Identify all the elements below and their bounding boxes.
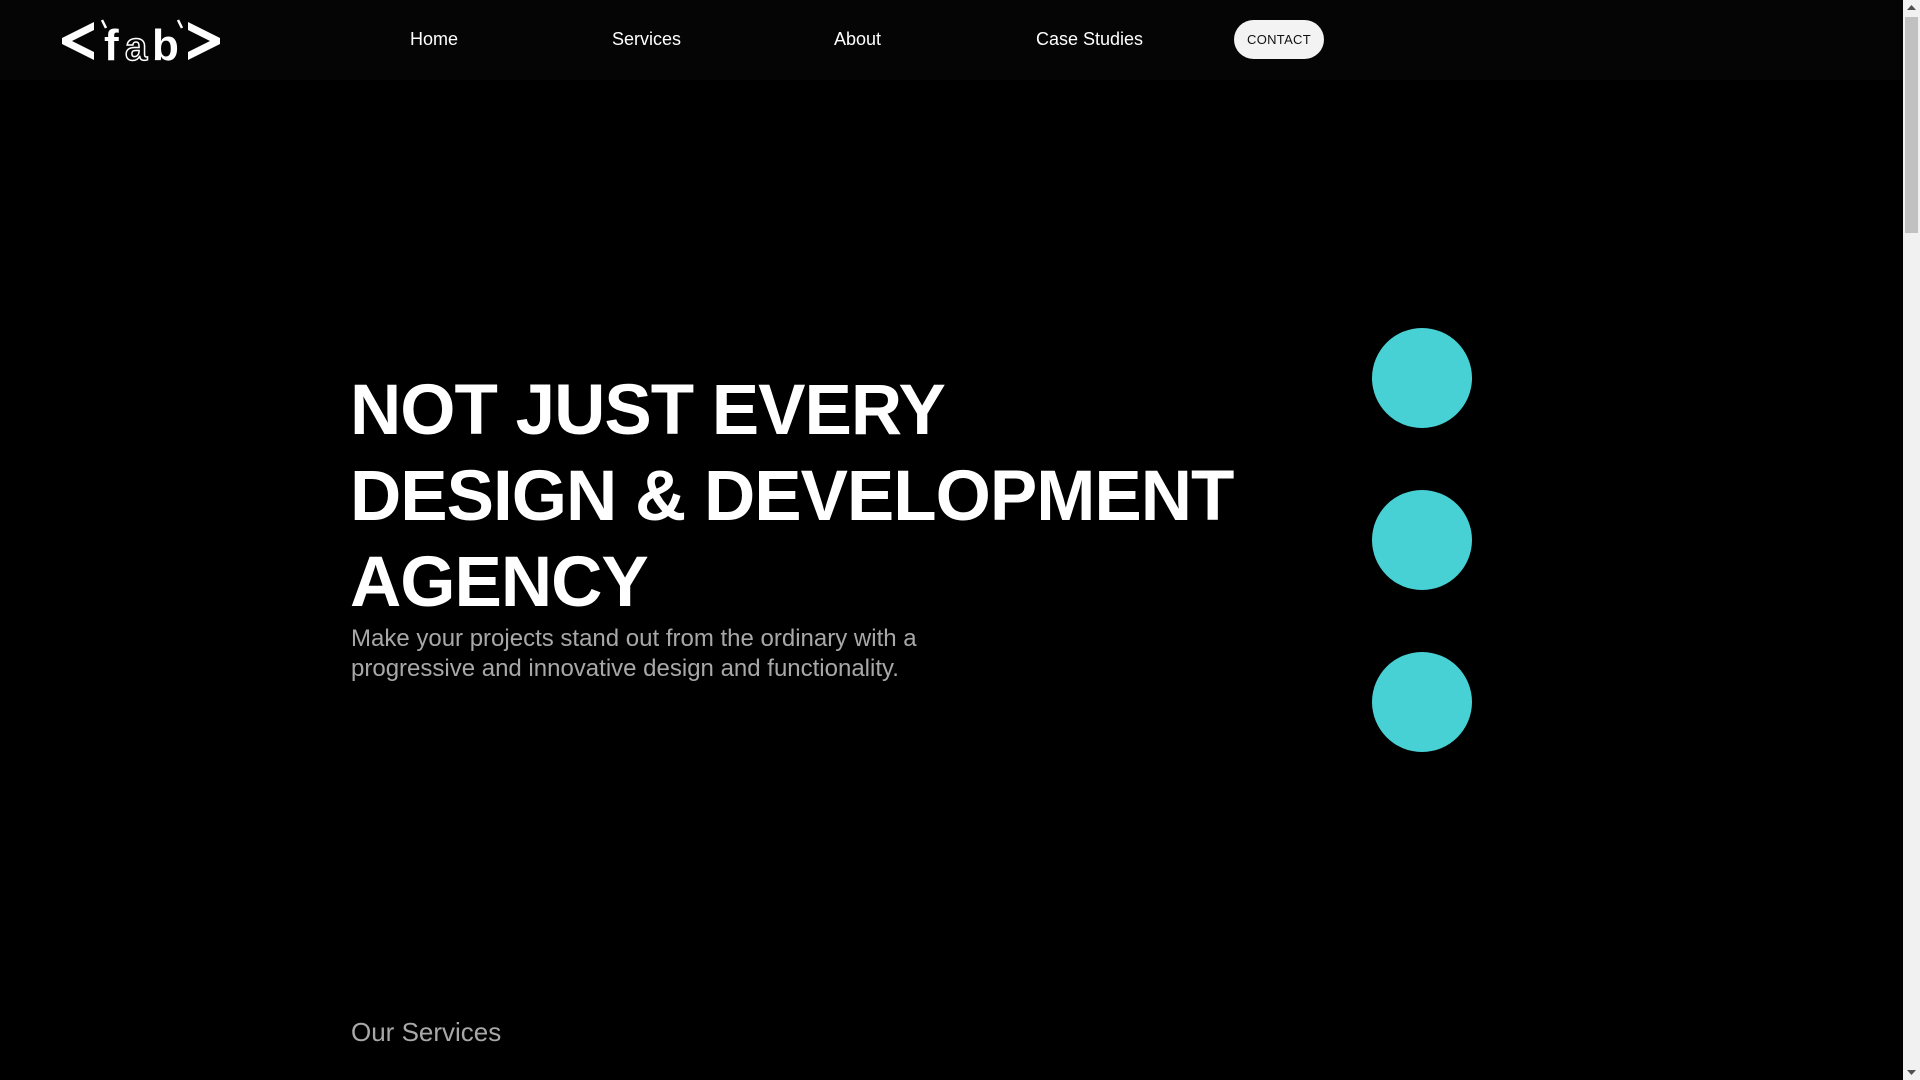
nav-home[interactable]: Home [410,28,458,50]
svg-text:b: b [152,21,179,66]
scrollbar-thumb[interactable] [1905,17,1918,233]
hero-title-line-1: NOT JUST EVERY [350,371,946,450]
navbar: f a b Home Services About Case Studies C… [0,0,1903,80]
nav-about[interactable]: About [834,28,881,50]
teal-circle-icon [1372,328,1472,428]
hero-title: NOT JUST EVERY DESIGN & DEVELOPMENT AGEN… [350,368,1234,626]
svg-text:a: a [125,25,148,66]
scroll-down-arrow-icon[interactable] [1903,1063,1920,1080]
nav-services[interactable]: Services [612,28,681,50]
hero-title-line-2: DESIGN & DEVELOPMENT [350,457,1234,536]
fab-logo-icon[interactable]: f a b [60,16,222,70]
vertical-scrollbar[interactable] [1903,0,1920,1080]
our-services-heading: Our Services [351,1017,502,1047]
teal-circle-icon [1372,490,1472,590]
svg-text:f: f [104,21,119,66]
scroll-up-arrow-icon[interactable] [1903,0,1920,17]
hero-title-line-3: AGENCY [350,543,649,622]
page: f a b Home Services About Case Studies C… [0,0,1920,1080]
teal-circle-icon [1372,652,1472,752]
contact-button[interactable]: CONTACT [1234,20,1324,59]
hero-subtitle: Make your projects stand out from the or… [351,625,917,682]
nav-case-studies[interactable]: Case Studies [1036,28,1143,50]
